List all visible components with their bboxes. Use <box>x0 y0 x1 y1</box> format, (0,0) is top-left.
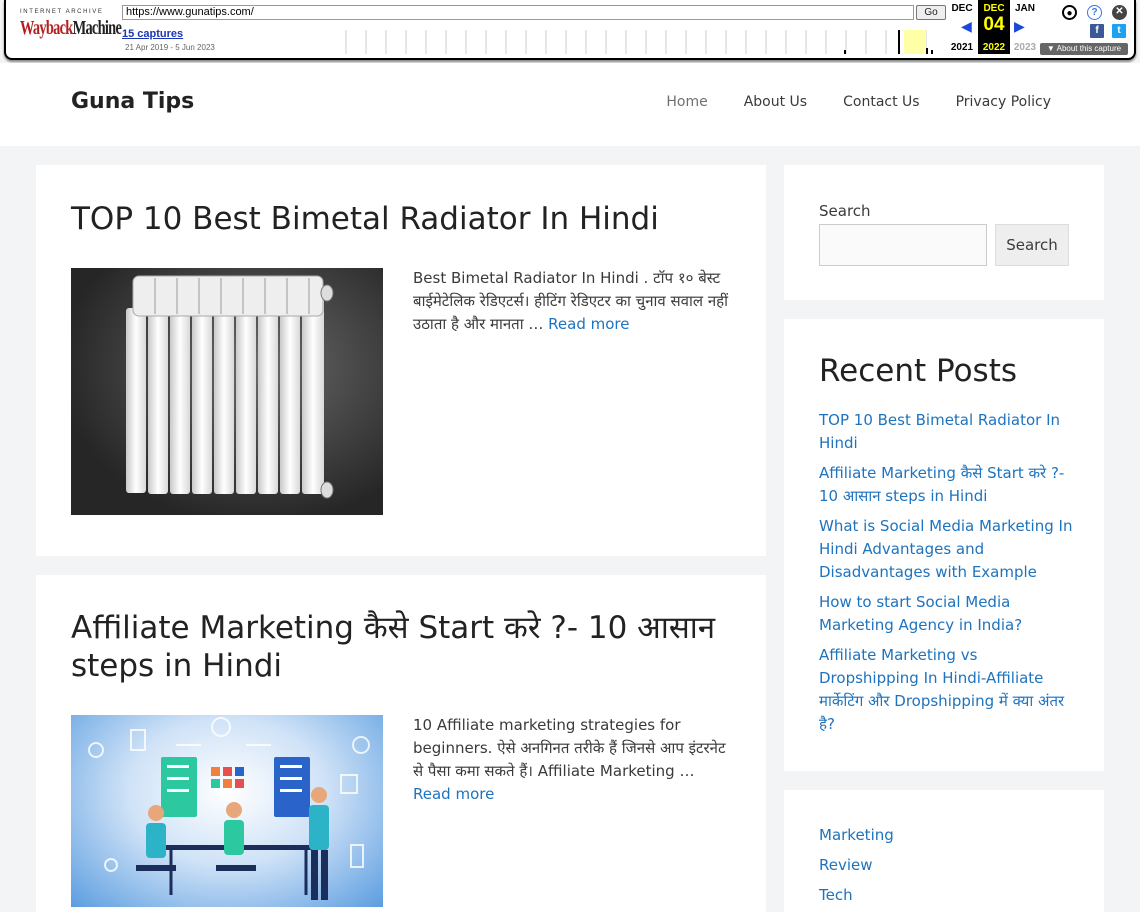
current-year-label: 2022 <box>982 42 1006 53</box>
capture-sparkline[interactable] <box>236 30 946 54</box>
capture-date-range: 21 Apr 2019 - 5 Jun 2023 <box>125 43 215 52</box>
read-more-link[interactable]: Read more <box>548 315 629 333</box>
nav-home[interactable]: Home <box>666 94 707 110</box>
next-month-label[interactable]: JAN <box>1010 3 1040 14</box>
wayback-toolbar: INTERNET ARCHIVE WaybackMachine https://… <box>4 0 1136 60</box>
read-more-link[interactable]: Read more <box>413 785 494 803</box>
categories-list: Marketing Review Tech <box>819 824 894 912</box>
post-card: TOP 10 Best Bimetal Radiator In Hindi Be… <box>36 165 766 556</box>
internet-archive-label: INTERNET ARCHIVE <box>20 9 104 15</box>
account-icon[interactable]: ● <box>1062 5 1077 20</box>
close-icon[interactable]: ✕ <box>1112 5 1127 20</box>
go-button[interactable]: Go <box>916 5 946 20</box>
affiliate-marketing-image[interactable] <box>71 715 383 907</box>
post-excerpt: 10 Affiliate marketing strategies for be… <box>413 716 726 803</box>
site-header: Guna Tips Home About Us Contact Us Priva… <box>0 63 1140 146</box>
categories-widget: Marketing Review Tech <box>784 790 1104 912</box>
recent-post-link[interactable]: Affiliate Marketing vs Dropshipping In H… <box>819 644 1074 736</box>
recent-post-link[interactable]: What is Social Media Marketing In Hindi … <box>819 515 1074 584</box>
twitter-icon[interactable]: t <box>1112 24 1126 38</box>
prev-capture-arrow-icon[interactable]: ◀ <box>961 18 972 35</box>
current-day-label: 04 <box>983 14 1005 35</box>
post-title[interactable]: Affiliate Marketing कैसे Start करे ?- 10… <box>71 609 751 685</box>
recent-posts-title: Recent Posts <box>819 353 1018 389</box>
captures-link[interactable]: 15 captures <box>122 28 183 40</box>
recent-posts-list: TOP 10 Best Bimetal Radiator In Hindi Af… <box>819 409 1074 743</box>
recent-post-link[interactable]: How to start Social Media Marketing Agen… <box>819 591 1074 637</box>
recent-post-link[interactable]: TOP 10 Best Bimetal Radiator In Hindi <box>819 409 1074 455</box>
search-input[interactable] <box>819 224 987 266</box>
recent-post-link[interactable]: Affiliate Marketing कैसे Start करे ?- 10… <box>819 462 1074 508</box>
nav-about-us[interactable]: About Us <box>744 94 807 110</box>
next-capture-arrow-icon[interactable]: ▶ <box>1014 18 1025 35</box>
facebook-icon[interactable]: f <box>1090 24 1104 38</box>
category-link-tech[interactable]: Tech <box>819 884 894 907</box>
next-year-label[interactable]: 2023 <box>1010 42 1040 53</box>
current-capture-date: DEC 04 2022 <box>978 0 1010 54</box>
help-icon[interactable]: ? <box>1087 5 1102 20</box>
nav-contact-us[interactable]: Contact Us <box>843 94 919 110</box>
category-link-marketing[interactable]: Marketing <box>819 824 894 847</box>
wayback-url-input[interactable]: https://www.gunatips.com/ <box>122 5 914 20</box>
about-capture-button[interactable]: ▼ About this capture <box>1040 43 1128 55</box>
search-label: Search <box>819 202 871 220</box>
main-navigation: Home About Us Contact Us Privacy Policy <box>666 94 1051 110</box>
post-card: Affiliate Marketing कैसे Start करे ?- 10… <box>36 575 766 912</box>
search-button[interactable]: Search <box>995 224 1069 266</box>
category-link-review[interactable]: Review <box>819 854 894 877</box>
post-title[interactable]: TOP 10 Best Bimetal Radiator In Hindi <box>71 200 659 238</box>
post-excerpt: Best Bimetal Radiator In Hindi . टॉप १० … <box>413 269 728 333</box>
recent-posts-widget: Recent Posts TOP 10 Best Bimetal Radiato… <box>784 319 1104 771</box>
radiator-image[interactable] <box>71 268 383 515</box>
wayback-logo[interactable]: WaybackMachine <box>20 17 122 40</box>
nav-privacy-policy[interactable]: Privacy Policy <box>956 94 1051 110</box>
prev-year-label[interactable]: 2021 <box>947 42 977 53</box>
current-month-label: DEC <box>983 3 1005 14</box>
search-widget: Search Search <box>784 165 1104 300</box>
prev-month-label[interactable]: DEC <box>947 3 977 14</box>
site-title[interactable]: Guna Tips <box>71 89 194 114</box>
